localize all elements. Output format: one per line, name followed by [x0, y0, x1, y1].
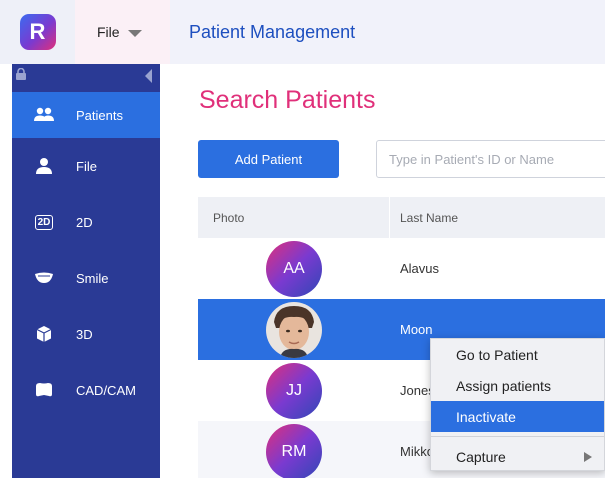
column-header-last-name[interactable]: Last Name: [390, 211, 458, 225]
avatar-initials: AA: [283, 259, 305, 277]
menu-item-inactivate[interactable]: Inactivate: [431, 401, 604, 432]
menu-item-capture[interactable]: Capture: [431, 441, 604, 472]
sidebar-item-3d[interactable]: 3D: [12, 306, 160, 362]
avatar-initials: JJ: [286, 381, 302, 399]
menu-item-assign-patients[interactable]: Assign patients: [431, 370, 604, 401]
sidebar-item-2d[interactable]: 2D 2D: [12, 194, 160, 250]
sidebar-item-label: CAD/CAM: [76, 382, 136, 398]
logo-letter: R: [29, 19, 46, 44]
menu-separator: [431, 436, 604, 437]
photo-cell: AA: [198, 240, 390, 297]
collapse-sidebar-icon[interactable]: [145, 69, 152, 83]
app-window: R File Patient Management Patients File …: [0, 0, 605, 478]
table-row[interactable]: AA Alavus: [198, 238, 605, 299]
sidebar-item-patients[interactable]: Patients: [12, 92, 160, 138]
last-name-cell: Jones: [400, 383, 435, 398]
logo-area: R: [0, 0, 75, 64]
last-name-cell: Moon: [400, 322, 433, 337]
sidebar-header: [12, 64, 160, 92]
context-menu: Go to Patient Assign patients Inactivate…: [430, 338, 605, 471]
app-title: Patient Management: [170, 0, 605, 64]
menu-item-label: Capture: [456, 448, 506, 465]
sidebar-item-cadcam[interactable]: CAD/CAM: [12, 362, 160, 418]
sidebar-item-smile[interactable]: Smile: [12, 250, 160, 306]
menu-item-go-to-patient[interactable]: Go to Patient: [431, 339, 604, 370]
top-bar: R File Patient Management: [0, 0, 605, 64]
add-patient-button[interactable]: Add Patient: [198, 140, 339, 178]
2d-icon: 2D: [12, 214, 76, 230]
smile-icon: [12, 272, 76, 284]
file-menu-button[interactable]: File: [75, 0, 170, 64]
avatar: AA: [266, 240, 322, 297]
avatar-initials: RM: [281, 442, 307, 460]
table-header: Photo Last Name: [198, 197, 605, 238]
lock-icon[interactable]: [15, 68, 27, 80]
last-name-cell: Alavus: [400, 261, 440, 276]
sidebar-item-label: 2D: [76, 214, 93, 230]
photo-cell: JJ: [198, 362, 390, 419]
sidebar-item-label: Patients: [76, 107, 123, 123]
last-name-cell: Mikko: [400, 444, 434, 459]
submenu-arrow-icon: [584, 452, 592, 462]
sidebar-item-label: Smile: [76, 270, 109, 286]
search-input[interactable]: [376, 140, 605, 178]
3d-cube-icon: [12, 325, 76, 343]
column-header-photo[interactable]: Photo: [198, 197, 390, 238]
cadcam-tooth-icon: [12, 383, 76, 397]
person-icon: [12, 157, 76, 175]
sidebar-item-label: 3D: [76, 326, 93, 342]
2d-icon-text: 2D: [34, 214, 54, 230]
photo-cell: RM: [198, 423, 390, 478]
page-title: Search Patients: [199, 86, 376, 114]
chevron-down-icon: [127, 29, 142, 37]
sidebar-item-file[interactable]: File: [12, 138, 160, 194]
file-menu-label: File: [97, 24, 120, 40]
app-title-text: Patient Management: [189, 21, 356, 42]
sidebar: Patients File 2D 2D Smile 3D CAD/CAM: [12, 64, 160, 478]
sidebar-item-label: File: [76, 158, 97, 174]
avatar: JJ: [266, 362, 322, 419]
app-logo[interactable]: R: [19, 14, 56, 50]
photo-cell: [198, 301, 390, 358]
patient-photo-avatar: [266, 301, 322, 358]
avatar: RM: [266, 423, 322, 478]
patients-icon: [12, 107, 76, 123]
